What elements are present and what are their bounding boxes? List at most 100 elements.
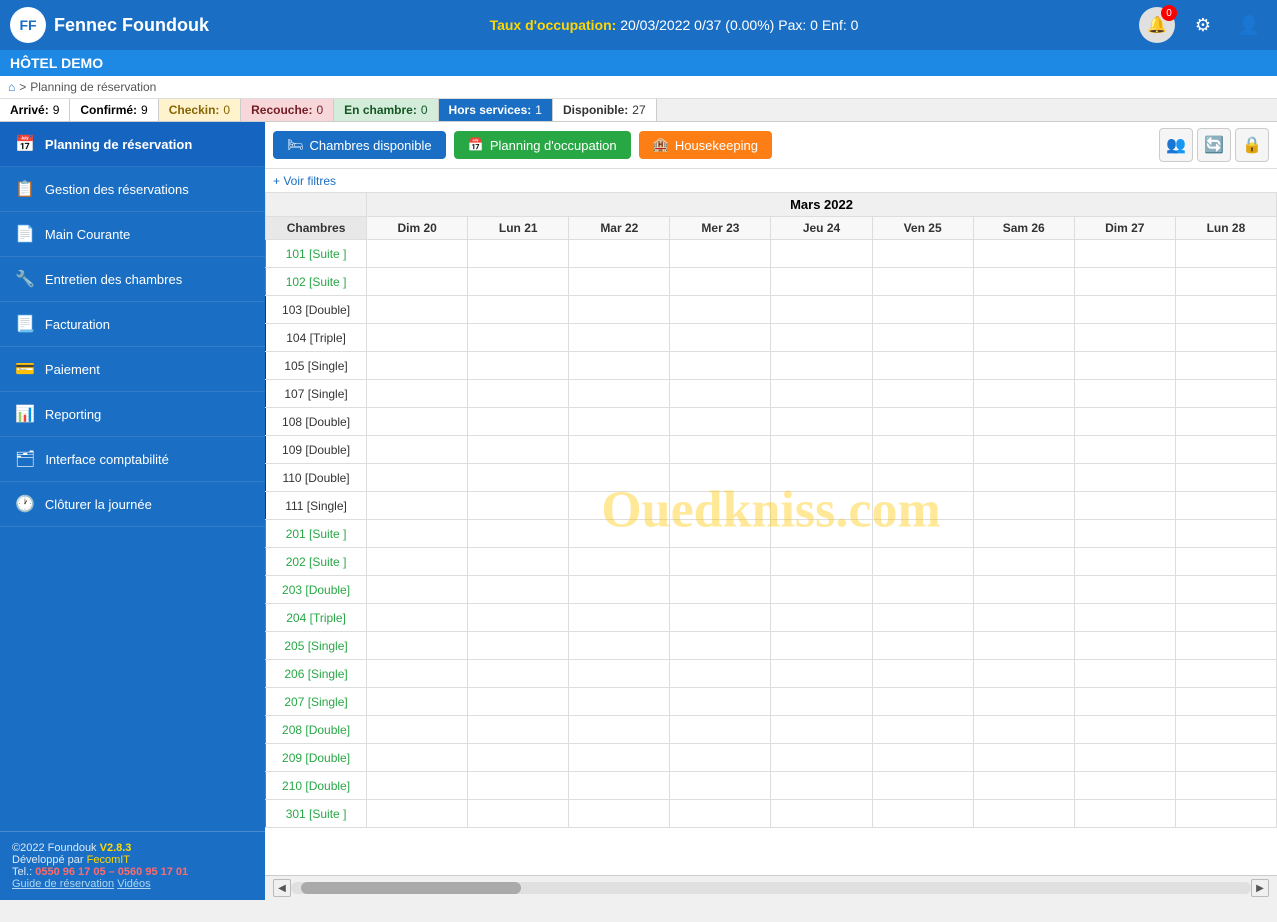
booking-cell-110-7[interactable]	[1074, 464, 1175, 492]
booking-cell-111-5[interactable]	[872, 492, 973, 520]
booking-cell-301-8[interactable]	[1175, 800, 1276, 828]
booking-cell-206-8[interactable]	[1175, 660, 1276, 688]
booking-cell-301-0[interactable]	[367, 800, 468, 828]
booking-cell-102-8[interactable]	[1175, 268, 1276, 296]
booking-cell-108-4[interactable]	[771, 408, 872, 436]
horizontal-scrollbar[interactable]: ◀ ▶	[265, 875, 1277, 900]
booking-cell-210-0[interactable]	[367, 772, 468, 800]
booking-cell-107-6[interactable]	[973, 380, 1074, 408]
booking-cell-208-2[interactable]	[569, 716, 670, 744]
booking-cell-109-7[interactable]	[1074, 436, 1175, 464]
booking-cell-203-1[interactable]	[468, 576, 569, 604]
booking-cell-101-0[interactable]	[367, 240, 468, 268]
booking-cell-102-7[interactable]	[1074, 268, 1175, 296]
booking-cell-209-1[interactable]	[468, 744, 569, 772]
booking-cell-205-0[interactable]	[367, 632, 468, 660]
booking-cell-201-0[interactable]	[367, 520, 468, 548]
sidebar-item-interface[interactable]: 🗂 Interface comptabilité	[0, 437, 265, 482]
room-cell-104[interactable]: 104 [Triple]	[266, 324, 367, 352]
booking-cell-101-1[interactable]	[468, 240, 569, 268]
booking-cell-203-6[interactable]	[973, 576, 1074, 604]
planning-occupation-button[interactable]: 📅 Planning d'occupation	[454, 131, 631, 159]
booking-cell-105-2[interactable]	[569, 352, 670, 380]
booking-cell-104-5[interactable]	[872, 324, 973, 352]
booking-cell-101-5[interactable]	[872, 240, 973, 268]
booking-cell-111-6[interactable]	[973, 492, 1074, 520]
booking-cell-207-3[interactable]	[670, 688, 771, 716]
booking-cell-102-6[interactable]	[973, 268, 1074, 296]
booking-cell-301-1[interactable]	[468, 800, 569, 828]
room-cell-203[interactable]: 203 [Double]	[266, 576, 367, 604]
booking-cell-201-1[interactable]	[468, 520, 569, 548]
booking-cell-205-7[interactable]	[1074, 632, 1175, 660]
sidebar-item-entretien[interactable]: 🔧 Entretien des chambres	[0, 257, 265, 302]
booking-cell-202-6[interactable]	[973, 548, 1074, 576]
booking-cell-207-0[interactable]	[367, 688, 468, 716]
booking-cell-202-8[interactable]	[1175, 548, 1276, 576]
booking-cell-101-2[interactable]	[569, 240, 670, 268]
booking-cell-207-4[interactable]	[771, 688, 872, 716]
booking-cell-206-2[interactable]	[569, 660, 670, 688]
booking-cell-202-1[interactable]	[468, 548, 569, 576]
room-cell-210[interactable]: 210 [Double]	[266, 772, 367, 800]
booking-cell-107-7[interactable]	[1074, 380, 1175, 408]
booking-cell-102-3[interactable]	[670, 268, 771, 296]
booking-cell-301-7[interactable]	[1074, 800, 1175, 828]
booking-cell-104-3[interactable]	[670, 324, 771, 352]
booking-cell-203-0[interactable]	[367, 576, 468, 604]
booking-cell-202-2[interactable]	[569, 548, 670, 576]
booking-cell-209-3[interactable]	[670, 744, 771, 772]
booking-cell-301-5[interactable]	[872, 800, 973, 828]
booking-cell-104-6[interactable]	[973, 324, 1074, 352]
booking-cell-110-2[interactable]	[569, 464, 670, 492]
booking-cell-102-5[interactable]	[872, 268, 973, 296]
notifications-button[interactable]: 🔔 0	[1139, 7, 1175, 43]
scrollbar-track[interactable]	[291, 882, 1251, 894]
booking-cell-105-4[interactable]	[771, 352, 872, 380]
room-cell-108[interactable]: 108 [Double]	[266, 408, 367, 436]
booking-cell-202-4[interactable]	[771, 548, 872, 576]
booking-cell-206-0[interactable]	[367, 660, 468, 688]
room-cell-102[interactable]: 102 [Suite ]	[266, 268, 367, 296]
booking-cell-103-8[interactable]	[1175, 296, 1276, 324]
booking-cell-108-5[interactable]	[872, 408, 973, 436]
booking-cell-102-0[interactable]	[367, 268, 468, 296]
booking-cell-204-6[interactable]	[973, 604, 1074, 632]
booking-cell-109-6[interactable]	[973, 436, 1074, 464]
booking-cell-209-8[interactable]	[1175, 744, 1276, 772]
videos-link[interactable]: Vidéos	[117, 878, 150, 890]
booking-cell-208-5[interactable]	[872, 716, 973, 744]
booking-cell-206-5[interactable]	[872, 660, 973, 688]
booking-cell-201-7[interactable]	[1074, 520, 1175, 548]
booking-cell-208-0[interactable]	[367, 716, 468, 744]
booking-cell-207-8[interactable]	[1175, 688, 1276, 716]
booking-cell-107-3[interactable]	[670, 380, 771, 408]
booking-cell-202-0[interactable]	[367, 548, 468, 576]
booking-cell-205-4[interactable]	[771, 632, 872, 660]
booking-cell-107-5[interactable]	[872, 380, 973, 408]
booking-cell-208-7[interactable]	[1074, 716, 1175, 744]
booking-cell-110-6[interactable]	[973, 464, 1074, 492]
booking-cell-109-1[interactable]	[468, 436, 569, 464]
sidebar-item-reporting[interactable]: 📊 Reporting	[0, 392, 265, 437]
booking-cell-101-7[interactable]	[1074, 240, 1175, 268]
booking-cell-108-0[interactable]	[367, 408, 468, 436]
scroll-right-button[interactable]: ▶	[1251, 879, 1269, 897]
booking-cell-207-2[interactable]	[569, 688, 670, 716]
booking-cell-109-0[interactable]	[367, 436, 468, 464]
room-cell-301[interactable]: 301 [Suite ]	[266, 800, 367, 828]
room-cell-205[interactable]: 205 [Single]	[266, 632, 367, 660]
booking-cell-111-3[interactable]	[670, 492, 771, 520]
booking-cell-110-3[interactable]	[670, 464, 771, 492]
booking-cell-202-3[interactable]	[670, 548, 771, 576]
booking-cell-210-8[interactable]	[1175, 772, 1276, 800]
booking-cell-111-2[interactable]	[569, 492, 670, 520]
booking-cell-104-2[interactable]	[569, 324, 670, 352]
booking-cell-108-8[interactable]	[1175, 408, 1276, 436]
booking-cell-205-2[interactable]	[569, 632, 670, 660]
booking-cell-210-7[interactable]	[1074, 772, 1175, 800]
booking-cell-207-5[interactable]	[872, 688, 973, 716]
room-cell-110[interactable]: 110 [Double]	[266, 464, 367, 492]
booking-cell-209-0[interactable]	[367, 744, 468, 772]
booking-cell-201-5[interactable]	[872, 520, 973, 548]
